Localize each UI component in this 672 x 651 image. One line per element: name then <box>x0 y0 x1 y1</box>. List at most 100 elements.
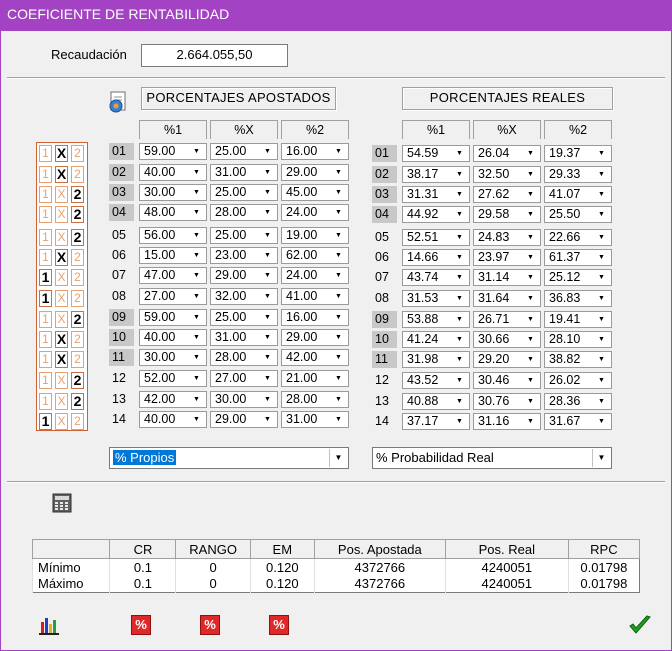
reales-cell[interactable]: 27.62 ▼ <box>473 186 541 203</box>
quiniela-pick[interactable]: 1 <box>39 145 52 162</box>
quiniela-pick[interactable]: 1 <box>39 331 52 348</box>
quiniela-pick[interactable]: 2 <box>71 166 84 183</box>
apostados-cell[interactable]: 16.00 ▼ <box>281 143 349 160</box>
quiniela-pick-selected[interactable]: X <box>55 249 68 266</box>
apostados-cell[interactable]: 24.00 ▼ <box>281 267 349 284</box>
apostados-cell[interactable]: 15.00 ▼ <box>139 247 207 264</box>
quiniela-pick[interactable]: X <box>55 206 68 223</box>
reales-cell[interactable]: 28.36 ▼ <box>544 393 612 410</box>
apostados-cell[interactable]: 41.00 ▼ <box>281 288 349 305</box>
quiniela-pick[interactable]: 2 <box>71 331 84 348</box>
apostados-cell[interactable]: 29.00 ▼ <box>281 329 349 346</box>
quiniela-pick[interactable]: 1 <box>39 372 52 389</box>
calculator-icon[interactable] <box>52 493 72 513</box>
reales-cell[interactable]: 25.50 ▼ <box>544 206 612 223</box>
reales-cell[interactable]: 30.76 ▼ <box>473 393 541 410</box>
reales-cell[interactable]: 43.74 ▼ <box>402 269 470 286</box>
reales-cell[interactable]: 40.88 ▼ <box>402 393 470 410</box>
apostados-cell[interactable]: 30.00 ▼ <box>210 391 278 408</box>
apostados-cell[interactable]: 62.00 ▼ <box>281 247 349 264</box>
reales-cell[interactable]: 31.14 ▼ <box>473 269 541 286</box>
apostados-cell[interactable]: 28.00 ▼ <box>281 391 349 408</box>
reales-cell[interactable]: 44.92 ▼ <box>402 206 470 223</box>
apostados-cell[interactable]: 56.00 ▼ <box>139 227 207 244</box>
reales-cell[interactable]: 30.66 ▼ <box>473 331 541 348</box>
quiniela-pick[interactable]: 2 <box>71 413 84 430</box>
quiniela-pick[interactable]: X <box>55 269 68 286</box>
reales-cell[interactable]: 30.46 ▼ <box>473 372 541 389</box>
quiniela-pick[interactable]: X <box>55 372 68 389</box>
apostados-cell[interactable]: 25.00 ▼ <box>210 184 278 201</box>
reales-cell[interactable]: 41.24 ▼ <box>402 331 470 348</box>
quiniela-pick-selected[interactable]: 2 <box>71 186 84 203</box>
apostados-cell[interactable]: 42.00 ▼ <box>281 349 349 366</box>
apostados-cell[interactable]: 31.00 ▼ <box>210 164 278 181</box>
reales-cell[interactable]: 19.37 ▼ <box>544 145 612 162</box>
quiniela-pick[interactable]: 1 <box>39 166 52 183</box>
apostados-cell[interactable]: 21.00 ▼ <box>281 370 349 387</box>
apostados-source-select[interactable]: % Propios ▼ <box>109 447 349 469</box>
apostados-cell[interactable]: 25.00 ▼ <box>210 143 278 160</box>
reales-cell[interactable]: 38.17 ▼ <box>402 166 470 183</box>
reales-cell[interactable]: 29.20 ▼ <box>473 351 541 368</box>
reales-cell[interactable]: 26.02 ▼ <box>544 372 612 389</box>
apostados-cell[interactable]: 40.00 ▼ <box>139 329 207 346</box>
quiniela-pick[interactable]: 1 <box>39 249 52 266</box>
percent-button-2[interactable]: % <box>200 615 220 635</box>
quiniela-pick-selected[interactable]: X <box>55 166 68 183</box>
quiniela-pick-selected[interactable]: 2 <box>71 372 84 389</box>
reales-cell[interactable]: 37.17 ▼ <box>402 413 470 430</box>
apostados-cell[interactable]: 29.00 ▼ <box>210 267 278 284</box>
reales-cell[interactable]: 43.52 ▼ <box>402 372 470 389</box>
reales-cell[interactable]: 26.71 ▼ <box>473 311 541 328</box>
apostados-cell[interactable]: 16.00 ▼ <box>281 309 349 326</box>
reales-cell[interactable]: 53.88 ▼ <box>402 311 470 328</box>
apostados-cell[interactable]: 30.00 ▼ <box>139 349 207 366</box>
quiniela-pick-selected[interactable]: X <box>55 331 68 348</box>
reales-cell[interactable]: 24.83 ▼ <box>473 229 541 246</box>
apostados-cell[interactable]: 28.00 ▼ <box>210 349 278 366</box>
apostados-cell[interactable]: 40.00 ▼ <box>139 411 207 428</box>
apostados-cell[interactable]: 48.00 ▼ <box>139 204 207 221</box>
apostados-cell[interactable]: 47.00 ▼ <box>139 267 207 284</box>
quiniela-pick-selected[interactable]: X <box>55 145 68 162</box>
reales-cell[interactable]: 31.67 ▼ <box>544 413 612 430</box>
apostados-cell[interactable]: 28.00 ▼ <box>210 204 278 221</box>
quiniela-pick[interactable]: 2 <box>71 145 84 162</box>
reales-cell[interactable]: 38.82 ▼ <box>544 351 612 368</box>
reales-cell[interactable]: 31.98 ▼ <box>402 351 470 368</box>
reales-cell[interactable]: 29.58 ▼ <box>473 206 541 223</box>
reales-cell[interactable]: 52.51 ▼ <box>402 229 470 246</box>
reales-cell[interactable]: 19.41 ▼ <box>544 311 612 328</box>
reales-cell[interactable]: 14.66 ▼ <box>402 249 470 266</box>
reales-cell[interactable]: 31.31 ▼ <box>402 186 470 203</box>
reales-cell[interactable]: 29.33 ▼ <box>544 166 612 183</box>
recaudacion-field[interactable]: 2.664.055,50 <box>141 44 288 67</box>
apostados-cell[interactable]: 29.00 ▼ <box>281 164 349 181</box>
reales-cell[interactable]: 54.59 ▼ <box>402 145 470 162</box>
apostados-cell[interactable]: 23.00 ▼ <box>210 247 278 264</box>
apostados-cell[interactable]: 42.00 ▼ <box>139 391 207 408</box>
quiniela-pick[interactable]: X <box>55 413 68 430</box>
apostados-cell[interactable]: 32.00 ▼ <box>210 288 278 305</box>
quiniela-pick[interactable]: X <box>55 311 68 328</box>
quiniela-pick[interactable]: 1 <box>39 229 52 246</box>
apostados-cell[interactable]: 31.00 ▼ <box>281 411 349 428</box>
quiniela-pick[interactable]: 2 <box>71 351 84 368</box>
quiniela-pick-selected[interactable]: 2 <box>71 311 84 328</box>
apostados-cell[interactable]: 30.00 ▼ <box>139 184 207 201</box>
quiniela-pick[interactable]: 1 <box>39 393 52 410</box>
quiniela-pick[interactable]: X <box>55 186 68 203</box>
reales-cell[interactable]: 23.97 ▼ <box>473 249 541 266</box>
apostados-cell[interactable]: 45.00 ▼ <box>281 184 349 201</box>
quiniela-pick[interactable]: 1 <box>39 206 52 223</box>
apostados-cell[interactable]: 27.00 ▼ <box>210 370 278 387</box>
reales-cell[interactable]: 61.37 ▼ <box>544 249 612 266</box>
quiniela-pick[interactable]: X <box>55 229 68 246</box>
quiniela-pick-selected[interactable]: 1 <box>39 290 52 307</box>
apostados-cell[interactable]: 29.00 ▼ <box>210 411 278 428</box>
quiniela-pick-selected[interactable]: 2 <box>71 229 84 246</box>
apostados-cell[interactable]: 27.00 ▼ <box>139 288 207 305</box>
reales-cell[interactable]: 36.83 ▼ <box>544 290 612 307</box>
quiniela-pick-selected[interactable]: 1 <box>39 269 52 286</box>
